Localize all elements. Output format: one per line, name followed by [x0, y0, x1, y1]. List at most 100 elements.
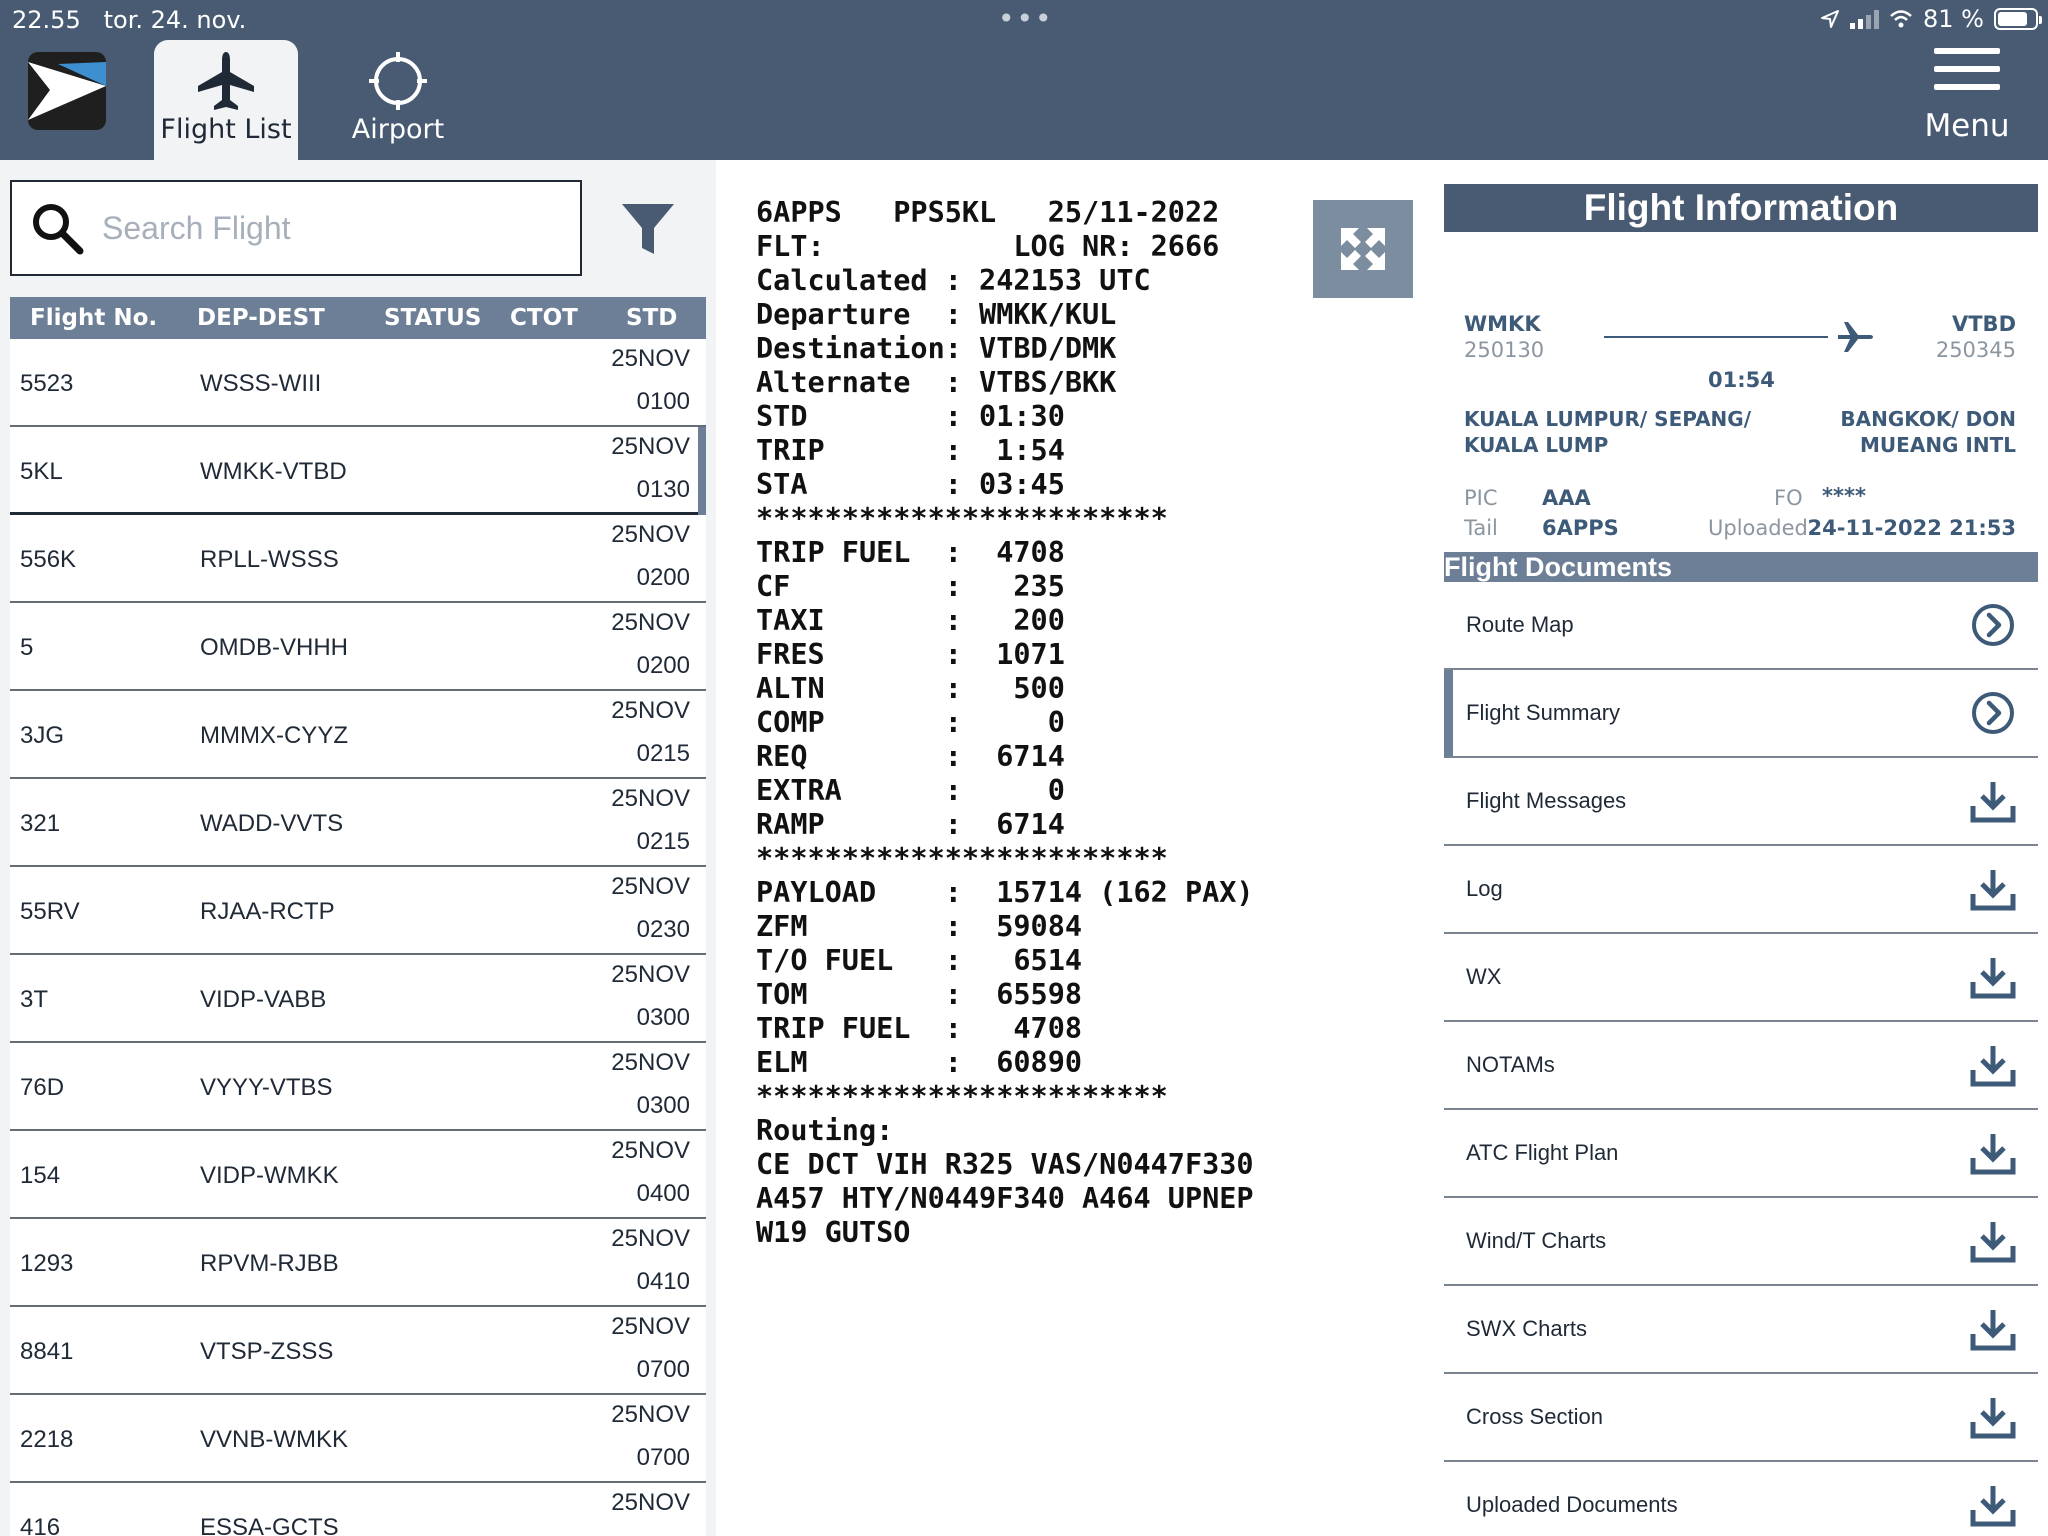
fo-value: ****	[1822, 484, 1866, 508]
document-item[interactable]: Uploaded Documents	[1444, 1462, 2038, 1536]
column-dep-dest[interactable]: DEP-DEST	[197, 305, 325, 331]
column-status[interactable]: STATUS	[384, 305, 481, 331]
top-navigation-bar: 22.55 tor. 24. nov. ••• 81 % Flight List…	[0, 0, 2048, 160]
document-label: Wind/T Charts	[1466, 1228, 1607, 1253]
departure-time: 250130	[1464, 338, 1545, 362]
app-logo[interactable]	[28, 52, 106, 130]
column-ctot[interactable]: CTOT	[510, 305, 578, 331]
document-item[interactable]: Route Map	[1444, 582, 2038, 670]
download-icon[interactable]	[1968, 1304, 2018, 1354]
document-label: NOTAMs	[1466, 1052, 1555, 1077]
std-time-cell: 0100	[636, 388, 690, 415]
table-row[interactable]: 416 ESSA-GCTS 25NOV	[10, 1483, 706, 1536]
flight-number-cell: 2218	[20, 1426, 74, 1453]
search-box[interactable]	[10, 180, 582, 276]
std-date-cell: 25NOV	[611, 961, 690, 988]
download-icon[interactable]	[1968, 1392, 2018, 1442]
chevron-circle-icon[interactable]	[1968, 600, 2018, 650]
route-cell: VYYY-VTBS	[200, 1074, 333, 1101]
table-row[interactable]: 55RV RJAA-RCTP 25NOV 0230	[10, 867, 706, 955]
table-row[interactable]: 76D VYYY-VTBS 25NOV 0300	[10, 1043, 706, 1131]
flight-number-cell: 5	[20, 634, 34, 661]
std-date-cell: 25NOV	[611, 1313, 690, 1340]
flight-info-title: Flight Information	[1444, 184, 2038, 232]
std-time-cell: 0215	[636, 828, 690, 855]
route-cell: VIDP-WMKK	[200, 1162, 339, 1189]
download-icon[interactable]	[1968, 1128, 2018, 1178]
search-icon	[12, 201, 102, 255]
document-label: ATC Flight Plan	[1466, 1140, 1619, 1165]
menu-button[interactable]: Menu	[1912, 48, 2022, 144]
std-date-cell: 25NOV	[611, 345, 690, 372]
route-cell: VVNB-WMKK	[200, 1426, 349, 1453]
flight-number-cell: 5523	[20, 370, 74, 397]
document-list: Route Map Flight Summary Flight Messages Lo…	[1444, 582, 2038, 1536]
fo-label: FO	[1774, 486, 1803, 510]
download-icon[interactable]	[1968, 1216, 2018, 1266]
download-icon[interactable]	[1968, 952, 2018, 1002]
airplane-icon	[198, 52, 254, 110]
table-row[interactable]: 5523 WSSS-WIII 25NOV 0100	[10, 339, 706, 427]
table-row[interactable]: 5KL WMKK-VTBD 25NOV 0130	[10, 427, 706, 515]
expand-icon	[1341, 228, 1385, 270]
table-row[interactable]: 1293 RPVM-RJBB 25NOV 0410	[10, 1219, 706, 1307]
route-cell: VTSP-ZSSS	[200, 1338, 334, 1365]
hamburger-icon	[1912, 48, 2022, 90]
tab-airport[interactable]: Airport	[326, 40, 470, 160]
filter-icon[interactable]	[618, 198, 678, 258]
std-date-cell: 25NOV	[611, 521, 690, 548]
flight-duration: 01:54	[1708, 368, 1775, 392]
logo-mark-icon	[28, 62, 106, 120]
std-date-cell: 25NOV	[611, 1489, 690, 1516]
flight-number-cell: 416	[20, 1514, 61, 1536]
std-time-cell: 0400	[636, 1180, 690, 1207]
expand-button[interactable]	[1313, 200, 1413, 298]
flight-summary-text: 6APPS PPS5KL 25/11-2022 FLT: LOG NR: 266…	[756, 196, 1254, 1249]
flight-list-panel: Flight No. DEP-DEST STATUS CTOT STD 5523…	[0, 160, 716, 1536]
uploaded-label: Uploaded	[1708, 516, 1808, 540]
document-item[interactable]: NOTAMs	[1444, 1022, 2038, 1110]
std-time-cell: 0410	[636, 1268, 690, 1295]
flight-number-cell: 3T	[20, 986, 49, 1013]
table-row[interactable]: 321 WADD-VVTS 25NOV 0215	[10, 779, 706, 867]
table-row[interactable]: 556K RPLL-WSSS 25NOV 0200	[10, 515, 706, 603]
document-item[interactable]: SWX Charts	[1444, 1286, 2038, 1374]
route-cell: RPLL-WSSS	[200, 546, 339, 573]
download-icon[interactable]	[1968, 864, 2018, 914]
column-flight-no[interactable]: Flight No.	[30, 305, 157, 331]
table-row[interactable]: 2218 VVNB-WMKK 25NOV 0700	[10, 1395, 706, 1483]
table-header: Flight No. DEP-DEST STATUS CTOT STD	[10, 297, 706, 339]
document-item[interactable]: Wind/T Charts	[1444, 1198, 2038, 1286]
document-label: Log	[1466, 876, 1503, 901]
std-time-cell: 0300	[636, 1004, 690, 1031]
document-item[interactable]: WX	[1444, 934, 2038, 1022]
table-row[interactable]: 8841 VTSP-ZSSS 25NOV 0700	[10, 1307, 706, 1395]
download-icon[interactable]	[1968, 1480, 2018, 1530]
table-row[interactable]: 154 VIDP-WMKK 25NOV 0400	[10, 1131, 706, 1219]
document-item[interactable]: Flight Summary	[1444, 670, 2038, 758]
document-item[interactable]: Flight Messages	[1444, 758, 2038, 846]
destination-time: 250345	[1935, 338, 2016, 362]
table-row[interactable]: 5 OMDB-VHHH 25NOV 0200	[10, 603, 706, 691]
route-cell: VIDP-VABB	[200, 986, 327, 1013]
table-row[interactable]: 3JG MMMX-CYYZ 25NOV 0215	[10, 691, 706, 779]
flight-number-cell: 3JG	[20, 722, 65, 749]
chevron-circle-icon[interactable]	[1968, 688, 2018, 738]
status-time: 22.55 tor. 24. nov.	[12, 6, 246, 34]
multitask-dots[interactable]: •••	[998, 2, 1054, 35]
download-icon[interactable]	[1968, 1040, 2018, 1090]
document-label: SWX Charts	[1466, 1316, 1588, 1341]
flight-number-cell: 5KL	[20, 458, 63, 485]
document-item[interactable]: ATC Flight Plan	[1444, 1110, 2038, 1198]
document-item[interactable]: Log	[1444, 846, 2038, 934]
std-date-cell: 25NOV	[611, 1225, 690, 1252]
table-row[interactable]: 3T VIDP-VABB 25NOV 0300	[10, 955, 706, 1043]
flight-number-cell: 8841	[20, 1338, 74, 1365]
departure-airport-name: KUALA LUMPUR/ SEPANG/ KUALA LUMP	[1464, 407, 1752, 457]
tab-flight-list[interactable]: Flight List	[154, 40, 298, 160]
document-item[interactable]: Cross Section	[1444, 1374, 2038, 1462]
search-input[interactable]	[102, 209, 562, 247]
route-cell: WSSS-WIII	[200, 370, 322, 397]
column-std[interactable]: STD	[626, 305, 677, 331]
download-icon[interactable]	[1968, 776, 2018, 826]
